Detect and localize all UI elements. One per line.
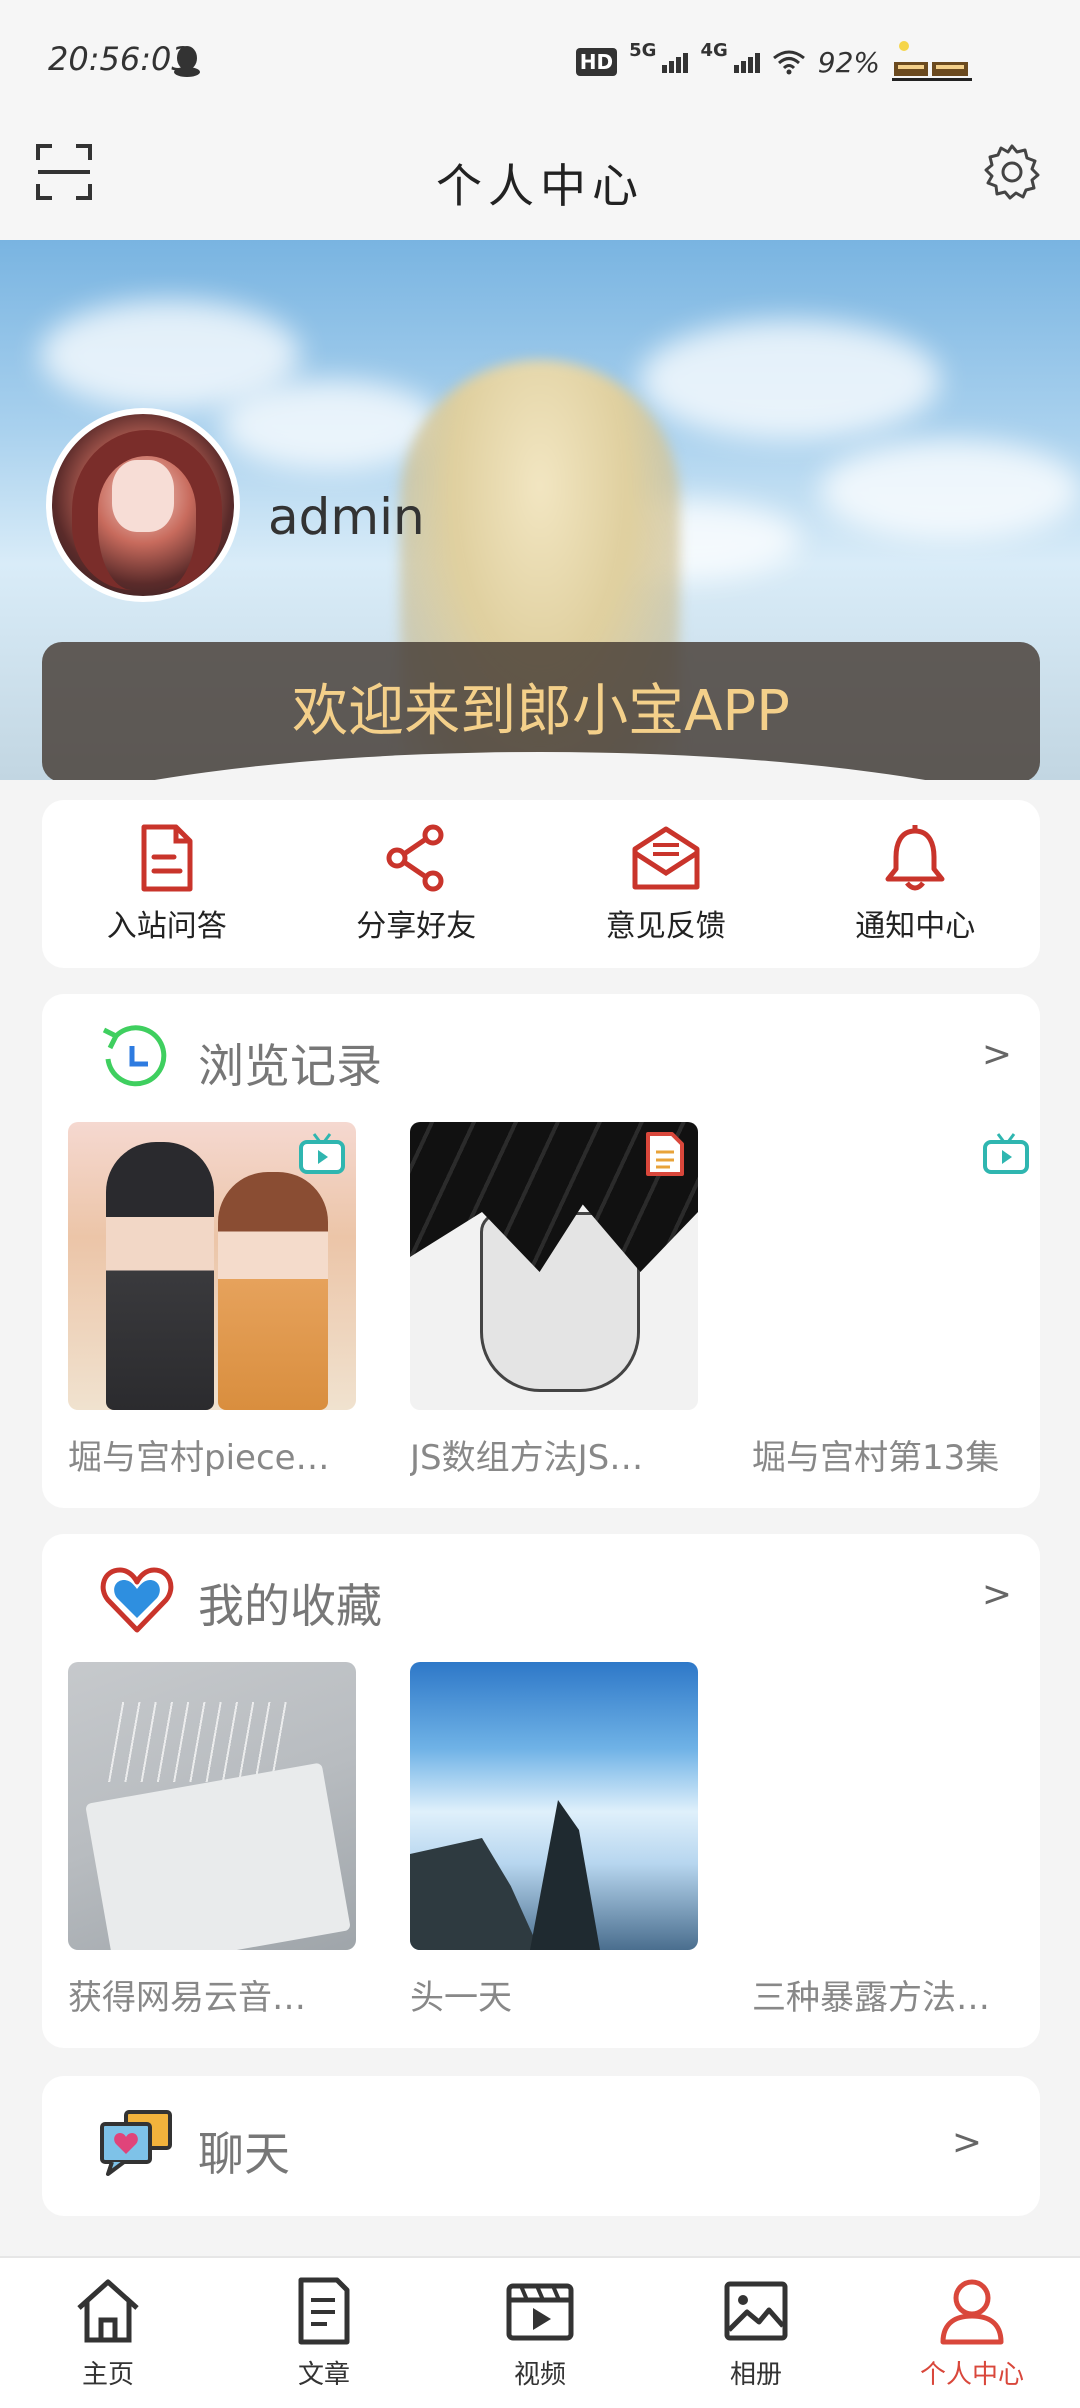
qq-icon: [174, 46, 200, 77]
item-caption: 堀与宫村第13集: [752, 1438, 1000, 1478]
thumbnail-image: [410, 1662, 698, 1950]
favorites-card: 我的收藏 > 获得网易云音… 头一天 三种暴露方法…: [42, 1534, 1040, 2048]
status-indicators: HD 5G 4G 92%: [575, 40, 972, 84]
page-title: 个人中心: [436, 159, 644, 213]
history-item[interactable]: 堀与宫村piece…: [68, 1122, 356, 1479]
tab-profile[interactable]: 个人中心: [864, 2258, 1080, 2408]
quick-actions-card: 入站问答 分享好友 意见反馈 通知中心: [42, 800, 1040, 968]
network-5g-label: 5G: [629, 40, 657, 61]
signal-icon-2: [733, 51, 760, 73]
tab-label: 视频: [513, 2360, 566, 2390]
video-badge-icon: [983, 1133, 1029, 1174]
item-caption: 头一天: [410, 1978, 512, 2018]
history-header[interactable]: 浏览记录 >: [42, 994, 1040, 1124]
heart-icon: [100, 1567, 174, 1633]
tab-articles[interactable]: 文章: [216, 2258, 432, 2408]
chat-card[interactable]: 聊天 >: [42, 2076, 1040, 2216]
image-icon: [724, 2281, 788, 2341]
hd-badge: HD: [575, 48, 618, 76]
favorites-header[interactable]: 我的收藏 >: [42, 1534, 1040, 1664]
battery-text: 92%: [817, 45, 880, 79]
tab-label: 文章: [297, 2360, 350, 2390]
thumbnail-image: [68, 1662, 356, 1950]
mail-icon: [632, 826, 700, 890]
article-badge-icon: [646, 1132, 684, 1176]
history-item[interactable]: JS数组方法JS…: [410, 1122, 698, 1479]
share-icon: [386, 824, 444, 892]
chat-icon: [100, 2110, 172, 2176]
quick-action-qa[interactable]: 入站问答: [67, 823, 267, 945]
user-icon: [940, 2279, 1004, 2345]
thumbnail-image: [410, 1122, 698, 1410]
favorites-more-arrow[interactable]: >: [982, 1574, 1012, 1615]
home-icon: [77, 2279, 139, 2343]
network-4g-label: 4G: [700, 40, 728, 61]
favorite-item[interactable]: 头一天: [410, 1662, 698, 2019]
tab-videos[interactable]: 视频: [432, 2258, 648, 2408]
signal-icon: [662, 51, 689, 73]
item-caption: JS数组方法JS…: [410, 1438, 644, 1478]
video-badge-icon: [299, 1133, 345, 1174]
thumbnail-image: [752, 1122, 1040, 1410]
status-bar: 20:56:03 HD 5G 4G 92%: [0, 0, 1080, 120]
history-item[interactable]: 堀与宫村第13集: [752, 1122, 1040, 1479]
history-icon: [102, 1025, 167, 1087]
chat-title: 聊天: [198, 2127, 290, 2181]
quick-action-notifications[interactable]: 通知中心: [815, 823, 1015, 945]
item-caption: 获得网易云音…: [68, 1978, 306, 2018]
quick-action-label: 入站问答: [106, 909, 227, 944]
wifi-icon: [772, 50, 805, 75]
quick-action-feedback[interactable]: 意见反馈: [566, 823, 766, 945]
history-title: 浏览记录: [198, 1039, 382, 1093]
history-card: 浏览记录 > 堀与宫村piece… JS数组方法JS… 堀与宫村第13集: [42, 994, 1040, 1508]
item-caption: 三种暴露方法…: [752, 1978, 990, 2018]
thumbnail-image: [752, 1662, 1040, 1950]
profile-banner: admin 欢迎来到郎小宝APP: [0, 240, 1080, 780]
avatar[interactable]: [46, 408, 240, 602]
status-time: 20:56:03: [48, 40, 192, 78]
tab-label: 个人中心: [919, 2360, 1024, 2390]
top-header: 个人中心: [0, 120, 1080, 240]
article-icon: [298, 2277, 350, 2345]
quick-action-label: 意见反馈: [605, 909, 726, 944]
tab-label: 相册: [729, 2360, 782, 2390]
thumbnail-image: [68, 1122, 356, 1410]
gear-icon[interactable]: [982, 142, 1042, 202]
username: admin: [268, 488, 425, 546]
quick-action-label: 分享好友: [356, 909, 477, 944]
welcome-text: 欢迎来到郎小宝APP: [292, 679, 790, 744]
item-caption: 堀与宫村piece…: [68, 1438, 330, 1478]
chat-more-arrow[interactable]: >: [952, 2122, 982, 2163]
history-more-arrow[interactable]: >: [982, 1034, 1012, 1075]
bell-icon: [885, 825, 945, 891]
quick-action-label: 通知中心: [855, 909, 976, 944]
video-icon: [506, 2283, 574, 2341]
tab-album[interactable]: 相册: [648, 2258, 864, 2408]
tab-home[interactable]: 主页: [0, 2258, 216, 2408]
favorite-item[interactable]: 三种暴露方法…: [752, 1662, 1040, 2019]
bottom-tab-bar: 主页 文章 视频 相册 个人中心: [0, 2256, 1080, 2408]
favorite-item[interactable]: 获得网易云音…: [68, 1662, 356, 2019]
train-battery-icon: [892, 41, 972, 81]
tab-label: 主页: [81, 2360, 134, 2390]
document-icon: [141, 824, 193, 892]
quick-action-share[interactable]: 分享好友: [316, 823, 516, 945]
favorites-title: 我的收藏: [198, 1579, 382, 1633]
